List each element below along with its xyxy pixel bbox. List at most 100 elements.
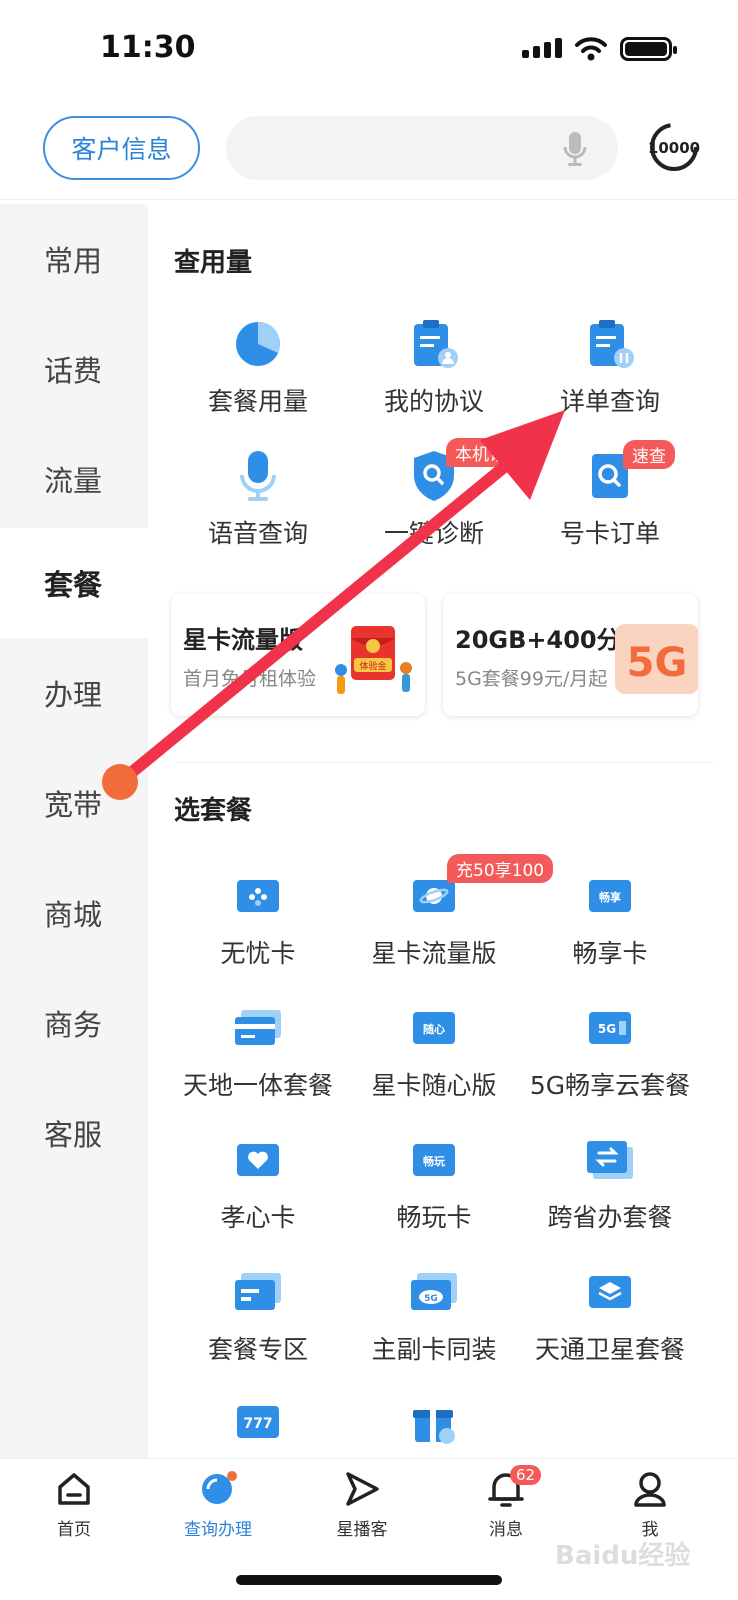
svg-text:畅享: 畅享 [599, 890, 621, 904]
grid-item-changwan-card[interactable]: 畅玩 畅玩卡 [345, 1132, 523, 1234]
cards-zone-icon [235, 1273, 281, 1310]
svg-text:体验金: 体验金 [359, 660, 386, 672]
5g-badge-icon: 5G [615, 624, 698, 694]
changxiang-card-icon: 畅享 [589, 880, 631, 912]
bill-detail-icon [590, 320, 634, 368]
grid-item-label: 孝心卡 [220, 1203, 296, 1232]
tab-home[interactable]: 首页 [14, 1469, 134, 1540]
grid-item-one-click-diagnosis[interactable]: 一键诊断 本机诊 [345, 438, 523, 550]
tab-messages[interactable]: 消息 62 [446, 1465, 566, 1540]
red-envelope-icon: 体验金 [335, 626, 412, 694]
sidebar-item-mall[interactable]: 商城 [0, 858, 148, 968]
svg-text:5G: 5G [627, 640, 688, 686]
promo-subtitle: 5G套餐99元/月起 [455, 668, 608, 690]
tab-me[interactable]: 我 [590, 1469, 710, 1540]
query-icon [202, 1471, 237, 1504]
microphone-icon [240, 451, 276, 501]
promo-card-star-card[interactable]: 星卡流量版 首月免月租体验 体验金 [171, 594, 425, 716]
grid-item-label: 一键诊断 [383, 519, 484, 548]
play-send-icon [346, 1472, 379, 1506]
grid-item-label: 天地一体套餐 [182, 1071, 333, 1100]
grid-item-satellite-package[interactable]: 天通卫星套餐 [521, 1264, 699, 1366]
tab-label: 星播客 [336, 1520, 388, 1540]
grid-item-label: 套餐专区 [207, 1335, 308, 1364]
tab-label: 消息 [489, 1520, 523, 1540]
stacked-cards-icon [235, 1010, 281, 1045]
sidebar-item-common[interactable]: 常用 [0, 204, 148, 314]
quick-check-tag: 速查 [623, 440, 675, 469]
status-time: 11:30 [100, 30, 196, 65]
cellular-signal-icon [522, 38, 562, 58]
grid-item-xiaoxin-card[interactable]: 孝心卡 [169, 1132, 347, 1234]
grid-item-package-zone[interactable]: 套餐专区 [169, 1264, 347, 1366]
grid-item-label: 主副卡同装 [371, 1335, 497, 1364]
message-count-badge: 62 [510, 1465, 542, 1485]
grid-item-wuyou-card[interactable]: 无忧卡 [169, 868, 347, 970]
grid-item-gift-package[interactable] [345, 1394, 523, 1450]
user-icon [634, 1472, 666, 1507]
tab-query-handle[interactable]: 查询办理 [158, 1469, 278, 1540]
tab-label: 查询办理 [184, 1520, 252, 1540]
grid-item-main-sub-card[interactable]: 5G 主副卡同装 [345, 1264, 523, 1366]
grid-item-label: 语音查询 [207, 519, 308, 548]
grid-item-label: 号卡订单 [559, 519, 660, 548]
grid-item-cross-province[interactable]: 跨省办套餐 [521, 1132, 699, 1234]
svg-text:5G: 5G [424, 1294, 438, 1304]
grid-item-bill-detail[interactable]: 详单查询 [521, 316, 699, 418]
promo-subtitle: 首月免月租体验 [183, 668, 317, 690]
5g-cloud-card-icon: 5G [589, 1012, 631, 1044]
grid-item-my-agreement[interactable]: 我的协议 [345, 316, 523, 418]
grid-item-label: 我的协议 [383, 387, 484, 416]
sidebar-item-broadband[interactable]: 宽带 [0, 748, 148, 858]
microphone-icon[interactable] [562, 130, 588, 168]
status-bar: 11:30 [0, 0, 738, 100]
native-diagnosis-tag: 本机诊 [446, 438, 515, 467]
customer-info-button[interactable]: 客户信息 [43, 116, 200, 180]
sidebar-item-handle[interactable]: 办理 [0, 638, 148, 748]
grid-item-label: 星卡随心版 [371, 1071, 497, 1100]
hotline-10000-icon[interactable]: 10000 [645, 122, 703, 172]
home-indicator[interactable] [236, 1575, 502, 1585]
usage-section-title: 查用量 [174, 248, 253, 278]
transfer-card-icon [587, 1141, 633, 1179]
sidebar-item-package[interactable]: 套餐 [0, 528, 148, 638]
suixin-card-icon: 随心 [413, 1012, 455, 1044]
cloud-card-icon: 5G [411, 1273, 457, 1310]
svg-text:10000: 10000 [648, 139, 700, 157]
agreement-icon [414, 320, 458, 368]
baidu-watermark: Baidu经验 [555, 1541, 691, 1571]
changwan-card-icon: 畅玩 [413, 1144, 455, 1176]
home-icon [58, 1473, 90, 1505]
grid-item-label: 畅玩卡 [396, 1203, 472, 1232]
sidebar-item-service[interactable]: 客服 [0, 1078, 148, 1188]
grid-item-changxiang-card[interactable]: 畅享 畅享卡 [521, 868, 699, 970]
promo-title: 星卡流量版 [183, 626, 303, 654]
top-bar: 客户信息 10000 [0, 110, 738, 200]
svg-text:5G: 5G [598, 1022, 616, 1036]
grid-item-777-card[interactable]: 777 [169, 1394, 347, 1450]
section-divider [174, 762, 714, 763]
grid-item-number-order[interactable]: 号卡订单 速查 [521, 440, 699, 550]
grid-item-voice-query[interactable]: 语音查询 [169, 448, 347, 550]
sidebar-item-business[interactable]: 商务 [0, 968, 148, 1078]
grid-item-label: 星卡流量版 [371, 939, 497, 968]
grid-item-label: 5G畅享云套餐 [529, 1071, 691, 1100]
tab-podcast[interactable]: 星播客 [302, 1469, 422, 1540]
pie-chart-icon [236, 322, 280, 366]
grid-item-5g-cloud-package[interactable]: 5G 5G畅享云套餐 [521, 1000, 699, 1102]
plans-section-title: 选套餐 [174, 796, 253, 826]
svg-text:随心: 随心 [423, 1022, 445, 1036]
main-content: 查用量 套餐用量 我的协议 详单查询 语音查询 一键诊断 本机诊 号卡订单 速查… [148, 204, 738, 1458]
heart-card-icon [237, 1144, 279, 1176]
grid-item-star-card-data[interactable]: 星卡流量版 充50享100 [345, 854, 554, 970]
grid-item-package-usage[interactable]: 套餐用量 [169, 316, 347, 418]
grid-item-tiandi-package[interactable]: 天地一体套餐 [169, 1000, 347, 1102]
grid-item-star-card-suixin[interactable]: 随心 星卡随心版 [345, 1000, 523, 1102]
layers-card-icon [589, 1276, 631, 1308]
svg-text:777: 777 [243, 1416, 272, 1432]
sidebar-item-data[interactable]: 流量 [0, 424, 148, 534]
grid-item-label: 畅享卡 [572, 939, 648, 968]
sidebar-item-bill[interactable]: 话费 [0, 314, 148, 424]
search-input[interactable] [226, 116, 618, 180]
promo-card-5g-package[interactable]: 20GB+400分钟 5G套餐99元/月起 5G [443, 594, 698, 716]
